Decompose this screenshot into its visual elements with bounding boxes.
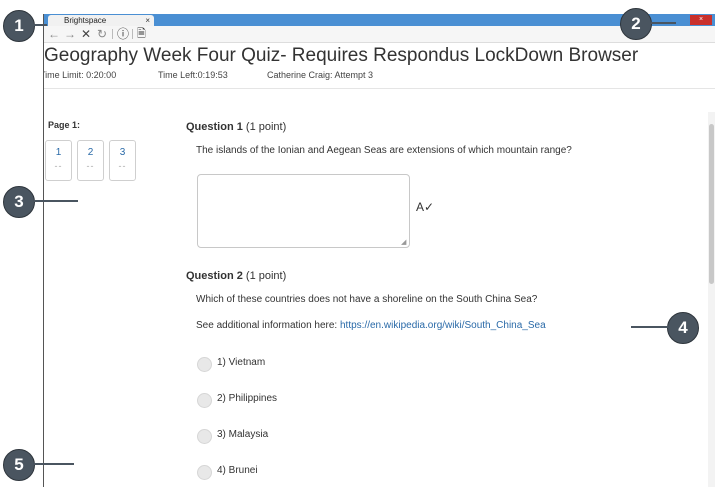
attempt-info: Catherine Craig: Attempt 3: [267, 70, 374, 80]
wikipedia-link[interactable]: https://en.wikipedia.org/wiki/South_Chin…: [340, 320, 546, 331]
title-bar: Brightspace × ×: [44, 14, 715, 26]
callout-5-leader: [34, 463, 74, 465]
callout-1: 1: [3, 10, 35, 42]
callout-4: 4: [667, 312, 699, 344]
question-2-text: Which of these countries does not have a…: [196, 294, 538, 305]
browser-window: Brightspace × × ← → ✕ ↻ ⓘ 🗎 Geography We…: [43, 14, 715, 487]
question-nav-status: --: [118, 161, 127, 171]
radio-button[interactable]: [197, 393, 212, 408]
question-nav-status: --: [54, 161, 63, 171]
stop-icon[interactable]: ✕: [81, 27, 91, 41]
radio-button[interactable]: [197, 357, 212, 372]
question-nav-3[interactable]: 3 --: [109, 140, 136, 181]
quiz-title: Geography Week Four Quiz- Requires Respo…: [44, 45, 639, 66]
question-nav-number: 2: [87, 147, 94, 158]
toolbar-divider: [112, 29, 113, 39]
question-2-title: Question 2: [186, 270, 243, 282]
back-icon[interactable]: ←: [48, 27, 60, 41]
callout-5: 5: [3, 449, 35, 481]
callout-3: 3: [3, 186, 35, 218]
forward-icon[interactable]: →: [64, 27, 76, 41]
page-icon[interactable]: 🗎: [137, 27, 146, 41]
tab-title: Brightspace: [64, 16, 107, 25]
browser-toolbar: ← → ✕ ↻ ⓘ 🗎: [44, 26, 715, 43]
time-limit: Time Limit: 0:20:00: [43, 70, 117, 80]
option-label: 1) Vietnam: [217, 357, 266, 368]
scrollbar-thumb[interactable]: [709, 124, 714, 284]
question-1-heading: Question 1 (1 point): [186, 121, 286, 133]
vertical-scrollbar[interactable]: [708, 112, 715, 487]
question-1-title: Question 1: [186, 121, 243, 133]
question-1-text: The islands of the Ionian and Aegean Sea…: [196, 145, 572, 156]
additional-info: See additional information here: https:/…: [196, 320, 546, 331]
time-left: Time Left:0:19:53: [158, 70, 228, 80]
page-label: Page 1:: [48, 120, 81, 130]
reload-icon[interactable]: ↻: [97, 27, 107, 41]
question-nav-1[interactable]: 1 --: [45, 140, 72, 181]
question-nav-number: 3: [119, 147, 126, 158]
option-label: 2) Philippines: [217, 393, 278, 404]
radio-button[interactable]: [197, 429, 212, 444]
info-icon[interactable]: ⓘ: [117, 27, 129, 41]
question-nav-number: 1: [55, 147, 62, 158]
callout-2: 2: [620, 8, 652, 40]
radio-button[interactable]: [197, 465, 212, 480]
browser-tab[interactable]: Brightspace ×: [48, 15, 154, 26]
toolbar-divider: [132, 29, 133, 39]
callout-3-leader: [34, 200, 78, 202]
question-1-points: (1 point): [245, 121, 287, 133]
additional-info-label: See additional information here:: [196, 320, 340, 331]
question-2-heading: Question 2 (1 point): [186, 270, 286, 282]
option-label: 4) Brunei: [217, 465, 258, 476]
question-1-answer-input[interactable]: [197, 174, 410, 248]
resize-handle-icon[interactable]: ◢: [401, 238, 714, 485]
callout-2-leader: [651, 22, 676, 24]
window-close-button[interactable]: ×: [690, 15, 712, 25]
question-2-points: (1 point): [245, 270, 287, 282]
callout-4-leader: [631, 326, 668, 328]
question-nav-2[interactable]: 2 --: [77, 140, 104, 181]
spellcheck-icon[interactable]: A✓: [416, 200, 434, 214]
option-label: 3) Malaysia: [217, 429, 269, 440]
callout-1-leader: [33, 24, 47, 26]
header-divider: [44, 88, 715, 89]
tab-close-icon[interactable]: ×: [145, 15, 150, 26]
question-nav-status: --: [86, 161, 95, 171]
